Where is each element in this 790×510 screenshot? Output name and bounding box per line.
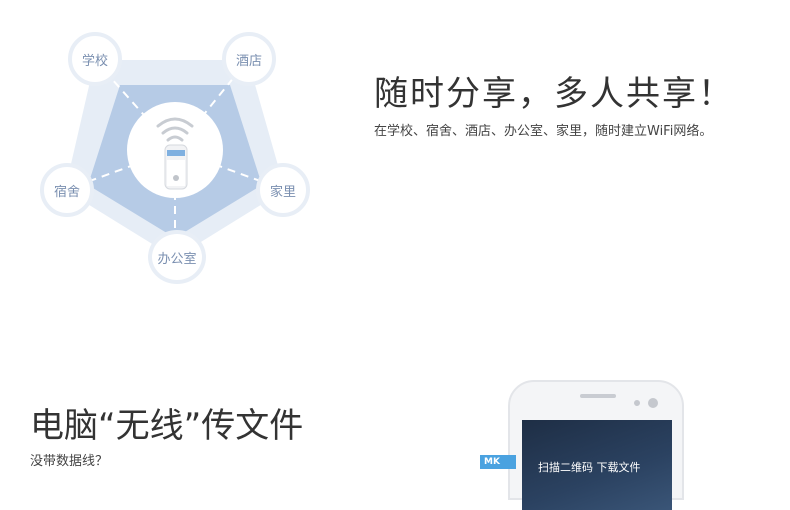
node-dorm-label: 宿舍 <box>53 184 80 200</box>
node-home: 家里 <box>256 163 310 217</box>
node-school: 学校 <box>68 32 122 86</box>
wifi-device-icon <box>164 144 188 190</box>
phone-sensor-dot <box>634 400 640 406</box>
section1-headline: 随时分享，多人共享！ <box>374 74 734 114</box>
phone-speaker <box>580 394 616 398</box>
node-home-label: 家里 <box>269 184 296 200</box>
usage-scenario-diagram: 学校 酒店 宿舍 家里 办公室 <box>0 0 340 300</box>
section2-headline: 电脑“无线”传文件 <box>30 406 304 446</box>
phone-camera-icon <box>648 398 658 408</box>
node-office-label: 办公室 <box>157 251 197 267</box>
phone-mockup <box>508 380 684 510</box>
blue-tag-badge: MK <box>480 455 516 469</box>
node-office: 办公室 <box>148 230 206 284</box>
node-school-label: 学校 <box>81 53 108 69</box>
node-hotel: 酒店 <box>222 32 276 86</box>
section2-subtitle: 没带数据线？ <box>30 454 109 469</box>
node-hotel-label: 酒店 <box>235 53 262 69</box>
node-dorm: 宿舍 <box>40 163 94 217</box>
section1-subtitle: 在学校、宿舍、酒店、办公室、家里，随时建立WiFi网络。 <box>374 124 713 139</box>
